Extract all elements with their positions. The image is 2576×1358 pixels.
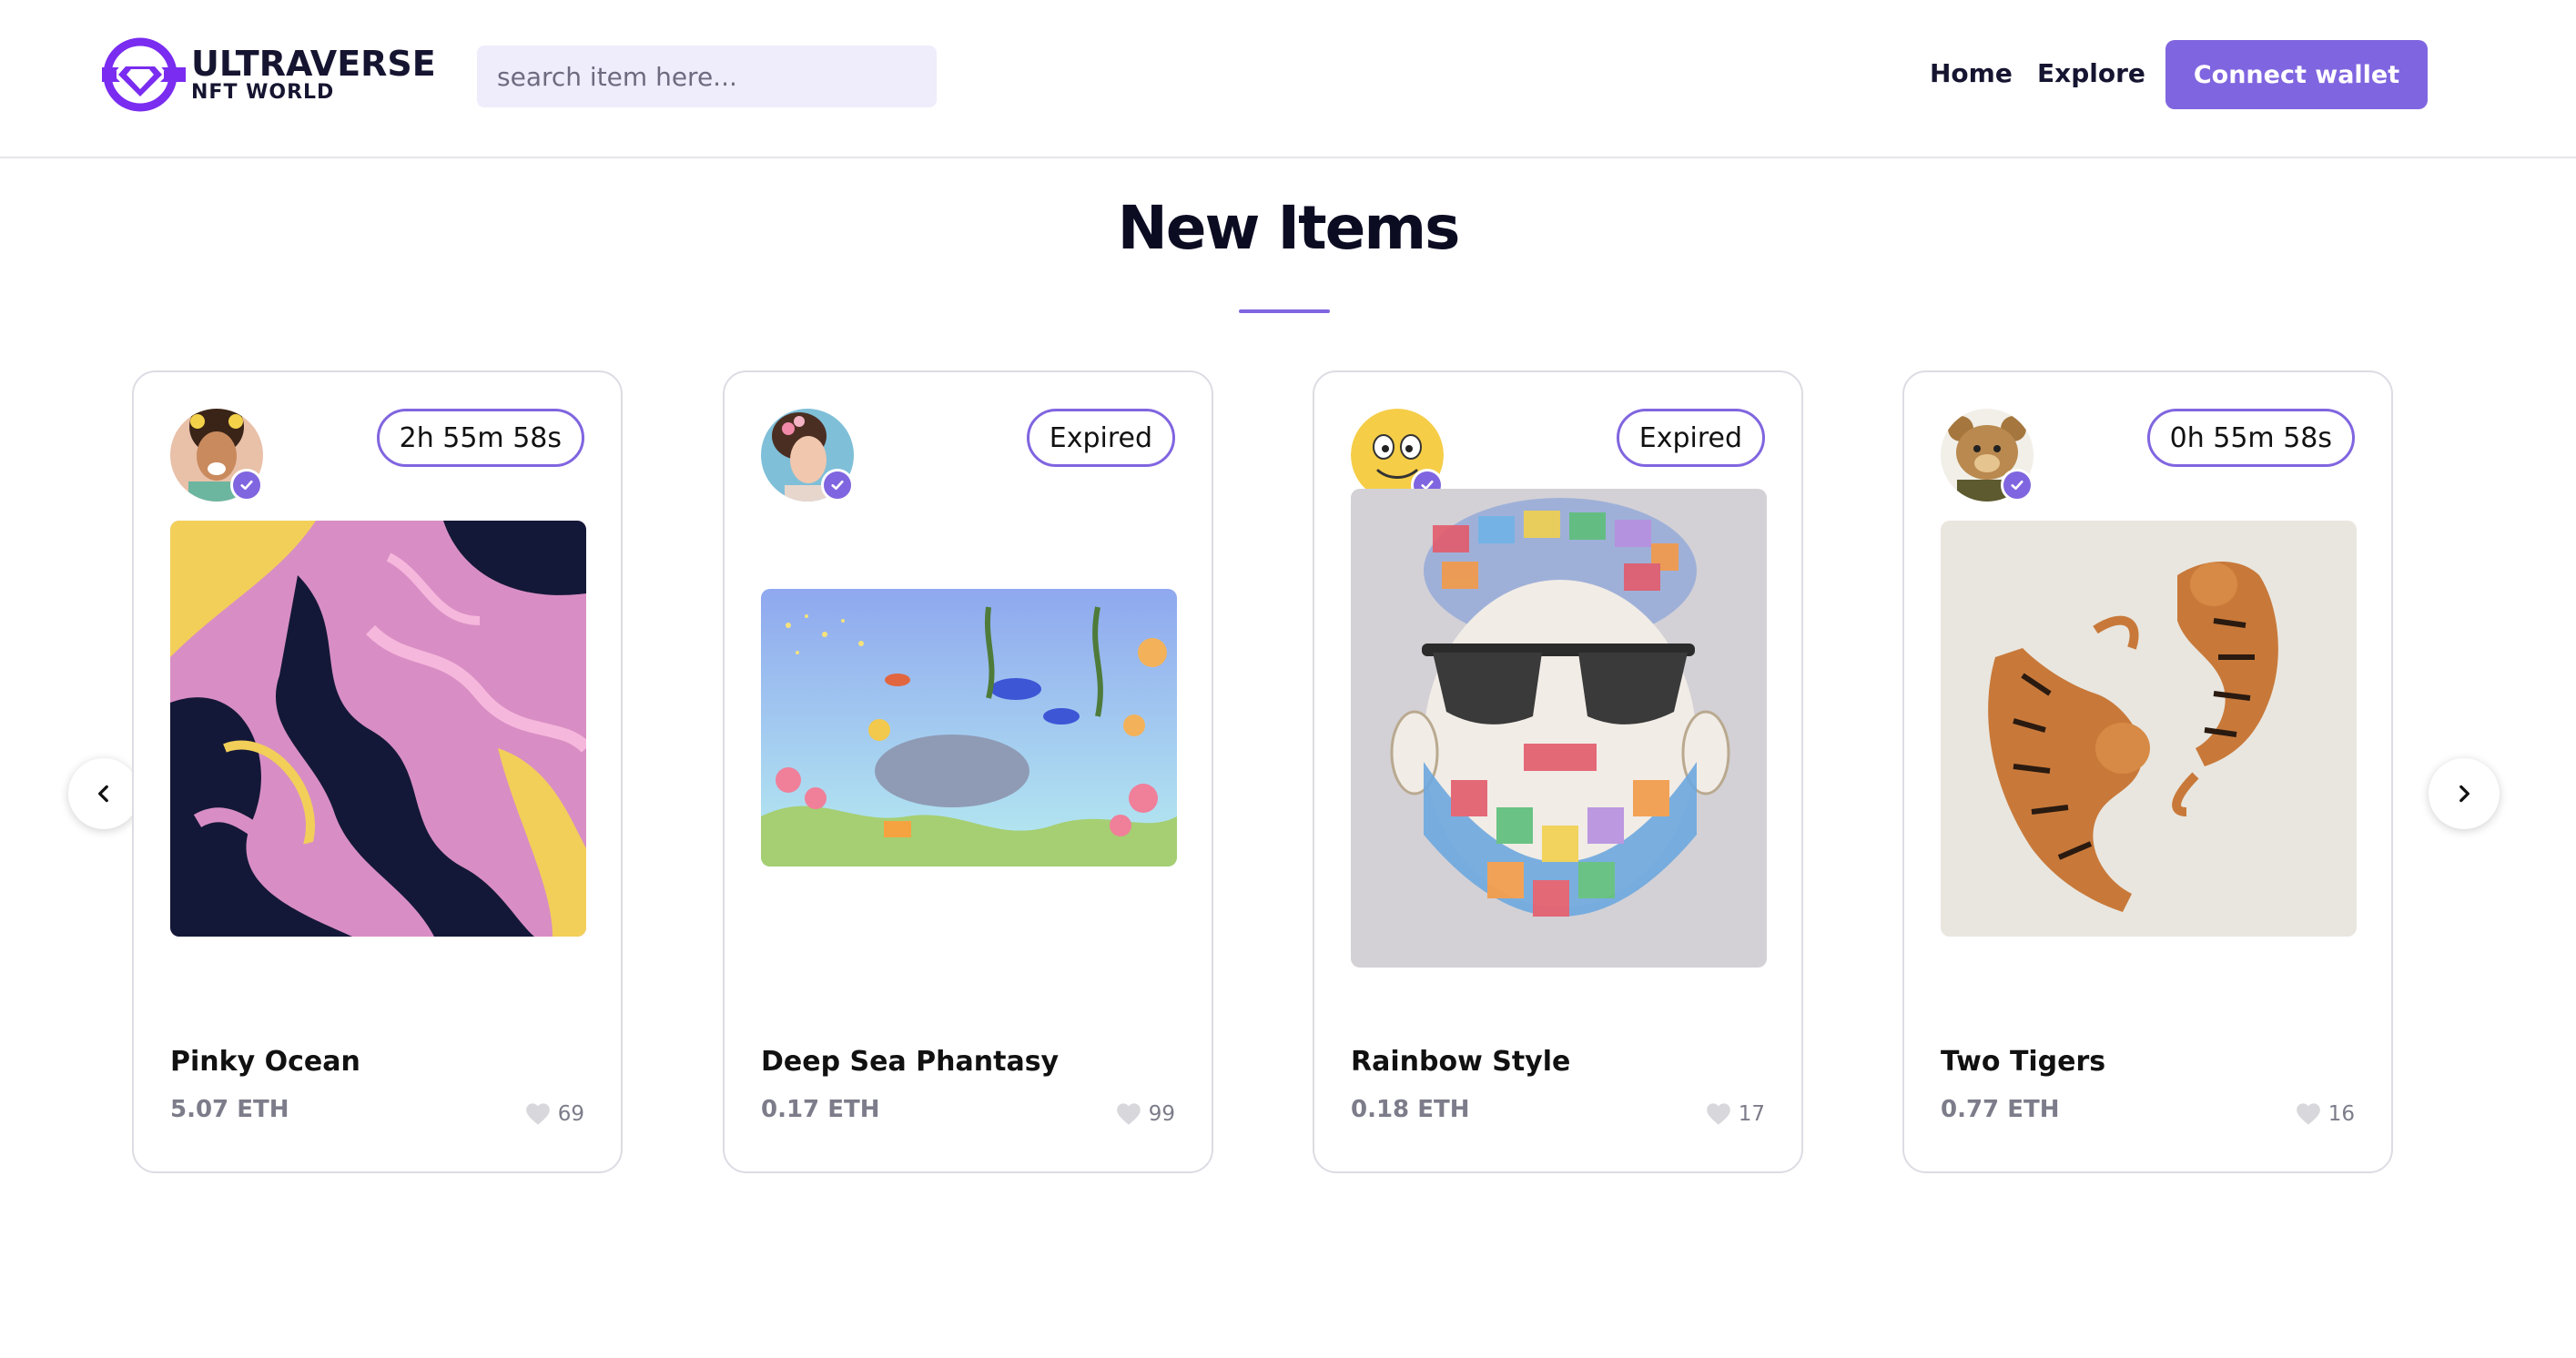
carousel-next-button[interactable] [2429, 758, 2500, 829]
nft-card[interactable]: Expired Rainbow Style 0.18 ETH 17 [1313, 370, 1803, 1173]
creator-avatar[interactable] [170, 409, 263, 502]
verified-badge-icon [230, 469, 263, 502]
nav-explore-link[interactable]: Explore [2037, 58, 2145, 88]
section-title: New Items [1117, 193, 1461, 263]
item-name[interactable]: Deep Sea Phantasy [761, 1046, 1059, 1078]
likes-count[interactable]: 16 [2296, 1102, 2355, 1126]
carousel-prev-button[interactable] [68, 758, 139, 829]
item-name[interactable]: Two Tigers [1941, 1046, 2105, 1078]
chevron-right-icon [2459, 785, 2470, 803]
nft-image[interactable] [761, 589, 1177, 866]
nft-card[interactable]: 2h 55m 58s Pinky Ocean 5.07 ETH 69 [132, 370, 623, 1173]
brand-logo[interactable]: ULTRAVERSE NFT WORLD [102, 36, 436, 113]
likes-count[interactable]: 17 [1706, 1102, 1765, 1126]
creator-avatar[interactable] [1941, 409, 2033, 502]
likes-number: 16 [2328, 1102, 2355, 1126]
item-price: 0.77 ETH [1941, 1096, 2060, 1123]
countdown-timer: Expired [1616, 409, 1765, 467]
item-price: 5.07 ETH [170, 1096, 289, 1123]
heart-icon [2296, 1103, 2320, 1125]
site-header: ULTRAVERSE NFT WORLD Home Explore Connec… [0, 0, 2576, 158]
likes-number: 99 [1148, 1102, 1175, 1126]
brand-subtitle: NFT WORLD [191, 81, 335, 104]
verified-badge-icon [821, 469, 854, 502]
diamond-logo-icon [102, 37, 186, 112]
likes-count[interactable]: 69 [525, 1102, 584, 1126]
heart-icon [1706, 1103, 1730, 1125]
item-name[interactable]: Pinky Ocean [170, 1046, 360, 1078]
item-price: 0.18 ETH [1351, 1096, 1470, 1123]
countdown-timer: 2h 55m 58s [376, 409, 584, 467]
countdown-timer: 0h 55m 58s [2146, 409, 2355, 467]
countdown-timer: Expired [1026, 409, 1175, 467]
creator-avatar[interactable] [1351, 409, 1444, 502]
item-name[interactable]: Rainbow Style [1351, 1046, 1570, 1078]
likes-number: 17 [1738, 1102, 1765, 1126]
nft-image[interactable] [1351, 489, 1767, 968]
nav-home-link[interactable]: Home [1930, 58, 2013, 88]
likes-count[interactable]: 99 [1116, 1102, 1175, 1126]
verified-badge-icon [2001, 469, 2033, 502]
creator-avatar[interactable] [761, 409, 854, 502]
chevron-left-icon [98, 785, 108, 803]
title-underline [1239, 309, 1330, 313]
nft-image[interactable] [1941, 521, 2357, 937]
nft-image[interactable] [170, 521, 586, 937]
brand-title: ULTRAVERSE [191, 44, 436, 84]
nft-card[interactable]: 0h 55m 58s Two Tigers 0.77 ETH 16 [1902, 370, 2393, 1173]
nft-card[interactable]: Expired Deep Sea Phantasy 0.17 ETH 99 [723, 370, 1213, 1173]
search-input[interactable] [477, 46, 937, 107]
heart-icon [1116, 1103, 1141, 1125]
item-price: 0.17 ETH [761, 1096, 880, 1123]
heart-icon [525, 1103, 550, 1125]
connect-wallet-button[interactable]: Connect wallet [2165, 40, 2428, 109]
likes-number: 69 [557, 1102, 584, 1126]
